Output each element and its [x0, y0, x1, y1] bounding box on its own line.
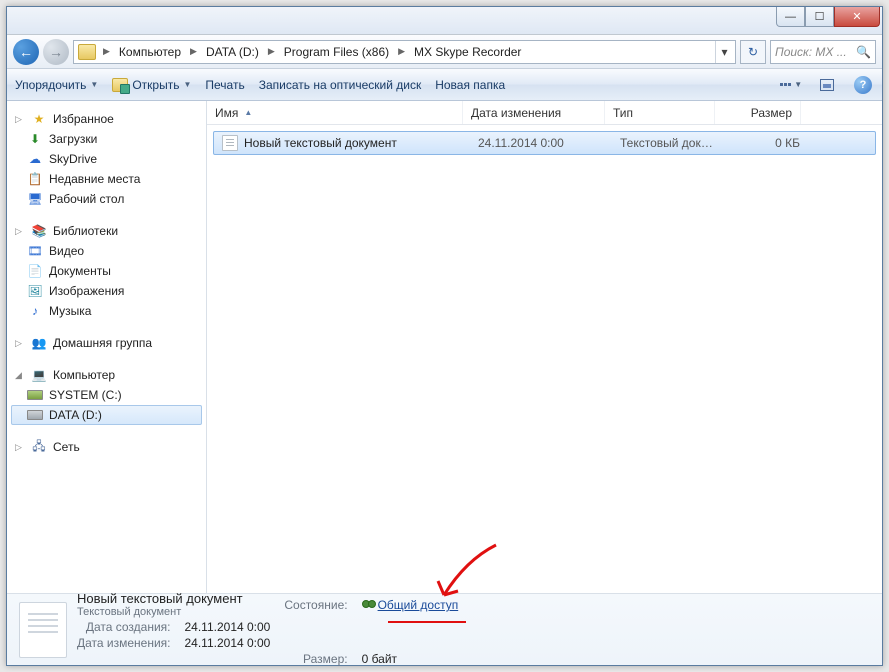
- homegroup-icon: 👥: [31, 335, 47, 351]
- file-list[interactable]: Новый текстовый документ 24.11.2014 0:00…: [207, 125, 882, 593]
- breadcrumb[interactable]: Program Files (x86): [278, 41, 395, 63]
- details-size-value: 0 байт: [362, 652, 459, 666]
- view-options-button[interactable]: ▼: [780, 74, 802, 96]
- toolbar: Упорядочить▼ Открыть▼ Печать Записать на…: [7, 69, 882, 101]
- star-icon: ★: [31, 111, 47, 127]
- recent-icon: 📋: [27, 171, 43, 187]
- column-headers: Имя▲ Дата изменения Тип Размер: [207, 101, 882, 125]
- explorer-window: — ☐ ✕ ← → ▶ Компьютер ▶ DATA (D:) ▶ Prog…: [6, 6, 883, 666]
- file-large-icon: [19, 602, 67, 658]
- download-icon: ⬇: [27, 131, 43, 147]
- breadcrumb[interactable]: MX Skype Recorder: [408, 41, 527, 63]
- image-icon: 🖼: [27, 283, 43, 299]
- sidebar-item-music[interactable]: ♪Музыка: [7, 301, 206, 321]
- sidebar-network[interactable]: ▷🖧Сеть: [7, 437, 206, 457]
- details-created-value: 24.11.2014 0:00: [185, 620, 271, 634]
- navbar: ← → ▶ Компьютер ▶ DATA (D:) ▶ Program Fi…: [7, 35, 882, 69]
- breadcrumb[interactable]: DATA (D:): [200, 41, 265, 63]
- breadcrumb[interactable]: Компьютер: [113, 41, 187, 63]
- chevron-down-icon: ▼: [794, 80, 802, 89]
- details-share-link[interactable]: Общий доступ: [378, 598, 459, 612]
- address-dropdown[interactable]: ▾: [715, 41, 733, 63]
- network-icon: 🖧: [31, 439, 47, 455]
- details-pane: Новый текстовый документ Текстовый докум…: [7, 593, 882, 665]
- search-input[interactable]: Поиск: MX ... 🔍: [770, 40, 876, 64]
- sidebar-item-skydrive[interactable]: ☁SkyDrive: [7, 149, 206, 169]
- search-placeholder: Поиск: MX ...: [775, 45, 847, 59]
- minimize-button[interactable]: —: [776, 7, 805, 27]
- search-icon: 🔍: [856, 45, 871, 59]
- file-type: Текстовый докум...: [612, 136, 722, 150]
- computer-icon: 💻: [31, 367, 47, 383]
- text-file-icon: [222, 135, 238, 151]
- chevron-down-icon: ▼: [90, 80, 98, 89]
- column-header-date[interactable]: Дата изменения: [463, 101, 605, 124]
- sidebar-libraries-header[interactable]: ▷📚Библиотеки: [7, 221, 206, 241]
- print-button[interactable]: Печать: [205, 78, 244, 92]
- sidebar-item-video[interactable]: 🎞Видео: [7, 241, 206, 261]
- sidebar-favorites-header[interactable]: ▷★Избранное: [7, 109, 206, 129]
- open-button[interactable]: Открыть▼: [112, 78, 191, 92]
- sidebar-item-pictures[interactable]: 🖼Изображения: [7, 281, 206, 301]
- file-row[interactable]: Новый текстовый документ 24.11.2014 0:00…: [213, 131, 876, 155]
- sidebar-item-desktop[interactable]: 🖥Рабочий стол: [7, 189, 206, 209]
- chevron-right-icon: ▶: [187, 46, 200, 57]
- share-icon: [362, 597, 376, 609]
- desktop-icon: 🖥: [27, 191, 43, 207]
- sidebar-item-downloads[interactable]: ⬇Загрузки: [7, 129, 206, 149]
- video-icon: 🎞: [27, 243, 43, 259]
- file-date: 24.11.2014 0:00: [470, 136, 612, 150]
- details-filetype: Текстовый документ: [77, 606, 270, 618]
- details-filename: Новый текстовый документ: [77, 591, 270, 606]
- music-icon: ♪: [27, 303, 43, 319]
- sort-asc-icon: ▲: [244, 108, 252, 117]
- drive-icon: [27, 410, 43, 420]
- drive-icon: [27, 390, 43, 400]
- help-button[interactable]: ?: [852, 74, 874, 96]
- chevron-right-icon: ▶: [100, 46, 113, 57]
- new-folder-button[interactable]: Новая папка: [435, 78, 505, 92]
- chevron-right-icon: ▶: [265, 46, 278, 57]
- details-size-label: Размер:: [284, 652, 347, 666]
- navigation-pane: ▷★Избранное ⬇Загрузки ☁SkyDrive 📋Недавни…: [7, 101, 207, 593]
- nav-forward-button[interactable]: →: [43, 39, 69, 65]
- file-name: Новый текстовый документ: [244, 136, 397, 150]
- open-icon: [112, 78, 128, 92]
- maximize-button[interactable]: ☐: [805, 7, 834, 27]
- column-header-type[interactable]: Тип: [605, 101, 715, 124]
- details-modified-value: 24.11.2014 0:00: [185, 636, 271, 650]
- document-icon: 📄: [27, 263, 43, 279]
- column-header-name[interactable]: Имя▲: [207, 101, 463, 124]
- sidebar-item-drive-c[interactable]: SYSTEM (C:): [7, 385, 206, 405]
- column-header-size[interactable]: Размер: [715, 101, 801, 124]
- details-created-label: Дата создания:: [77, 620, 171, 634]
- cloud-icon: ☁: [27, 151, 43, 167]
- burn-button[interactable]: Записать на оптический диск: [259, 78, 422, 92]
- details-state-label: Состояние:: [284, 598, 347, 612]
- sidebar-homegroup[interactable]: ▷👥Домашняя группа: [7, 333, 206, 353]
- sidebar-item-drive-d[interactable]: DATA (D:): [11, 405, 202, 425]
- library-icon: 📚: [31, 223, 47, 239]
- sidebar-item-documents[interactable]: 📄Документы: [7, 261, 206, 281]
- preview-pane-button[interactable]: [816, 74, 838, 96]
- file-list-pane: Имя▲ Дата изменения Тип Размер Новый тек…: [207, 101, 882, 593]
- details-modified-label: Дата изменения:: [77, 636, 171, 650]
- titlebar: — ☐ ✕: [7, 7, 882, 35]
- address-bar[interactable]: ▶ Компьютер ▶ DATA (D:) ▶ Program Files …: [73, 40, 736, 64]
- sidebar-item-recent[interactable]: 📋Недавние места: [7, 169, 206, 189]
- organize-menu[interactable]: Упорядочить▼: [15, 78, 98, 92]
- chevron-right-icon: ▶: [395, 46, 408, 57]
- sidebar-computer-header[interactable]: ◢💻Компьютер: [7, 365, 206, 385]
- nav-back-button[interactable]: ←: [13, 39, 39, 65]
- chevron-down-icon: ▼: [183, 80, 191, 89]
- close-button[interactable]: ✕: [834, 7, 880, 27]
- file-size: 0 КБ: [722, 136, 808, 150]
- folder-icon: [78, 44, 96, 60]
- refresh-button[interactable]: ↻: [740, 40, 766, 64]
